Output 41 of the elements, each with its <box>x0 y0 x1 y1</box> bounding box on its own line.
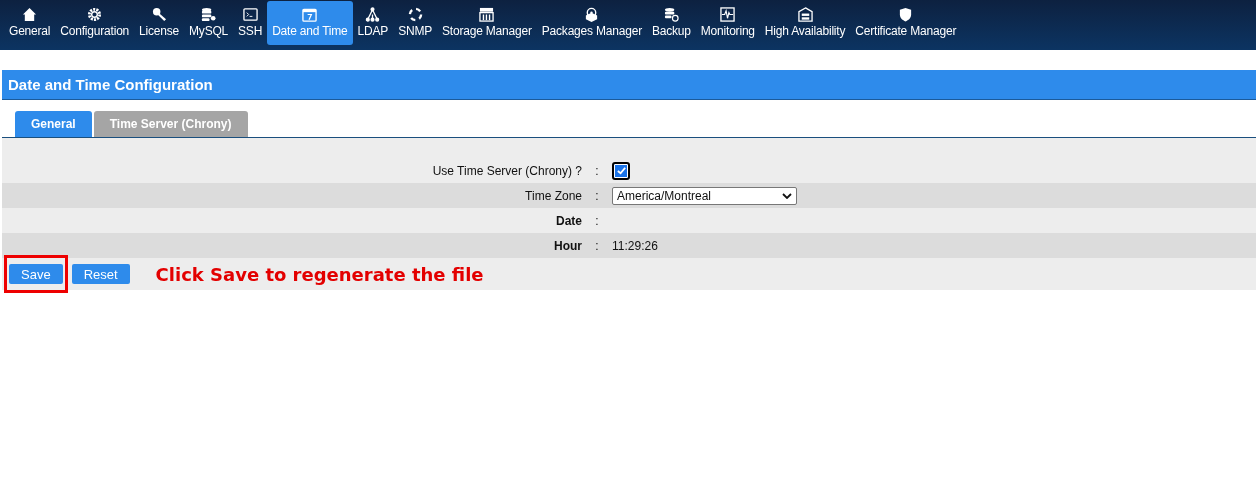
pulse-monitor-icon <box>720 7 736 22</box>
nav-tab[interactable]: LDAP <box>352 1 394 45</box>
nav-tab[interactable]: Storage Manager <box>437 1 537 45</box>
timezone-dropdown[interactable]: America/Montreal <box>612 186 797 205</box>
checkmark-icon <box>615 165 627 176</box>
terminal-icon <box>242 7 258 22</box>
network-tree-icon <box>365 7 381 22</box>
nav-tab[interactable]: Configuration <box>55 1 135 45</box>
colon: : <box>594 188 600 203</box>
field-label: Date <box>555 213 582 228</box>
server-icon <box>797 7 813 22</box>
field-label: Time Zone <box>524 188 582 203</box>
nav-tab[interactable]: SNMP <box>393 1 438 45</box>
colon: : <box>594 163 600 178</box>
nav-tab[interactable]: SSH <box>233 1 268 45</box>
key-icon <box>151 7 167 22</box>
nav-tab[interactable]: License <box>134 1 185 45</box>
field-label: Use Time Server (Chrony) ? <box>431 163 582 178</box>
ring-icon <box>407 7 423 22</box>
storage-icon <box>479 7 495 22</box>
field-label: Hour <box>553 238 582 253</box>
shield-icon <box>898 7 914 22</box>
database-icon <box>201 7 217 22</box>
nav-tab[interactable]: MySQL <box>184 1 234 45</box>
colon: : <box>594 238 600 253</box>
database-restore-icon <box>663 7 679 22</box>
checkbox[interactable] <box>612 161 630 180</box>
nav-tab[interactable]: Certificate Manager <box>850 1 962 45</box>
colon: : <box>594 213 600 228</box>
annotation-text: Click Save to regenerate the file <box>155 263 484 285</box>
nav-tab[interactable]: Monitoring <box>695 1 760 45</box>
chevron-down-icon <box>782 192 792 199</box>
nav-tab[interactable]: General <box>4 1 56 45</box>
field-value: 11:29:26 <box>612 238 658 253</box>
nav-tab[interactable]: High Availability <box>759 1 851 45</box>
panel-title: Date and Time Configuration <box>8 76 213 93</box>
nav-tab[interactable]: Packages Manager <box>536 1 647 45</box>
settings-icon <box>87 7 103 22</box>
calendar-icon <box>302 7 318 22</box>
home-icon <box>22 7 38 22</box>
nav-tab[interactable]: Backup <box>646 1 696 45</box>
